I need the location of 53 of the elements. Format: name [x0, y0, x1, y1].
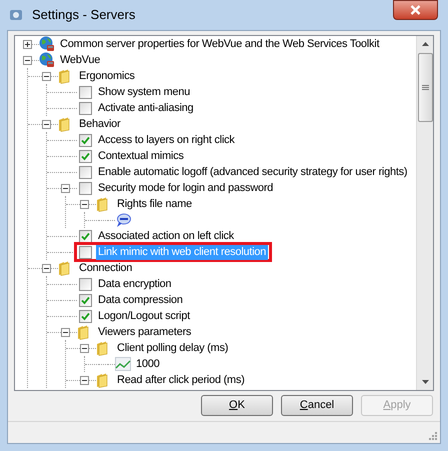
tree-item-label[interactable]: Data compression: [96, 292, 185, 308]
tree-item-label[interactable]: WebVue: [58, 52, 102, 68]
checkbox[interactable]: [78, 230, 92, 242]
speech-bubble-icon: [115, 212, 131, 228]
collapse-toggle-icon[interactable]: [80, 376, 89, 384]
checkbox[interactable]: [78, 278, 92, 290]
dialog-button[interactable]: Cancel: [281, 395, 353, 416]
tree-item-label[interactable]: Viewers parameters: [96, 324, 194, 340]
checkbox[interactable]: [78, 86, 92, 98]
tree-item-label[interactable]: 1000: [134, 356, 162, 372]
checkbox[interactable]: [78, 246, 92, 258]
collapse-toggle-icon[interactable]: [61, 328, 70, 336]
tree-item-label[interactable]: Behavior: [77, 116, 122, 132]
tree-item-label[interactable]: Enable automatic logoff (advanced security strategy for user rights): [96, 164, 410, 180]
collapse-toggle-icon[interactable]: [80, 344, 89, 352]
checkbox[interactable]: [78, 310, 92, 322]
tree-item-label[interactable]: Client polling delay (ms): [115, 340, 230, 356]
tree-item-label[interactable]: Show system menu: [96, 84, 192, 100]
tree-item-label[interactable]: Rights file name: [115, 196, 194, 212]
collapse-toggle-icon[interactable]: [42, 264, 51, 272]
tree-item-label[interactable]: Security mode for login and password: [96, 180, 276, 196]
checkbox[interactable]: [78, 294, 92, 306]
window-title: Settings - Servers: [32, 6, 136, 24]
checkbox[interactable]: [78, 182, 92, 194]
scrollbar[interactable]: [416, 36, 433, 390]
tree-item-label[interactable]: Common server properties for WebVue and the Web Services Toolkit: [58, 36, 382, 52]
resize-grip-icon[interactable]: [428, 431, 438, 441]
checkbox[interactable]: [78, 150, 92, 162]
close-button[interactable]: [393, 0, 438, 20]
tree-item-label[interactable]: Ergonomics: [77, 68, 137, 84]
expand-toggle-icon[interactable]: [23, 40, 32, 48]
collapse-toggle-icon[interactable]: [80, 200, 89, 208]
tree-item-label[interactable]: Connection: [77, 260, 134, 276]
collapse-toggle-icon[interactable]: [42, 72, 51, 80]
tree-item-label[interactable]: Logon/Logout script: [96, 308, 192, 324]
chart-icon: [115, 356, 131, 372]
collapse-toggle-icon[interactable]: [61, 184, 70, 192]
checkbox[interactable]: [78, 102, 92, 114]
tree-item-label[interactable]: Read after click period (ms): [115, 372, 246, 388]
tree-item-label[interactable]: Access to layers on right click: [96, 132, 237, 148]
settings-icon: [8, 7, 24, 23]
dialog-button[interactable]: OK: [201, 395, 273, 416]
tree-item-label[interactable]: Data encryption: [96, 276, 174, 292]
collapse-toggle-icon[interactable]: [42, 120, 51, 128]
tree-item-label[interactable]: Activate anti-aliasing: [96, 100, 196, 116]
close-icon: [410, 5, 421, 15]
tree-item-label[interactable]: Contextual mimics: [96, 148, 186, 164]
globe-icon: [39, 52, 55, 68]
checkbox[interactable]: [78, 166, 92, 178]
collapse-toggle-icon[interactable]: [23, 56, 32, 64]
checkbox[interactable]: [78, 134, 92, 146]
scrollbar-thumb[interactable]: [418, 53, 432, 122]
tree-item-label[interactable]: Associated action on left click: [96, 228, 236, 244]
